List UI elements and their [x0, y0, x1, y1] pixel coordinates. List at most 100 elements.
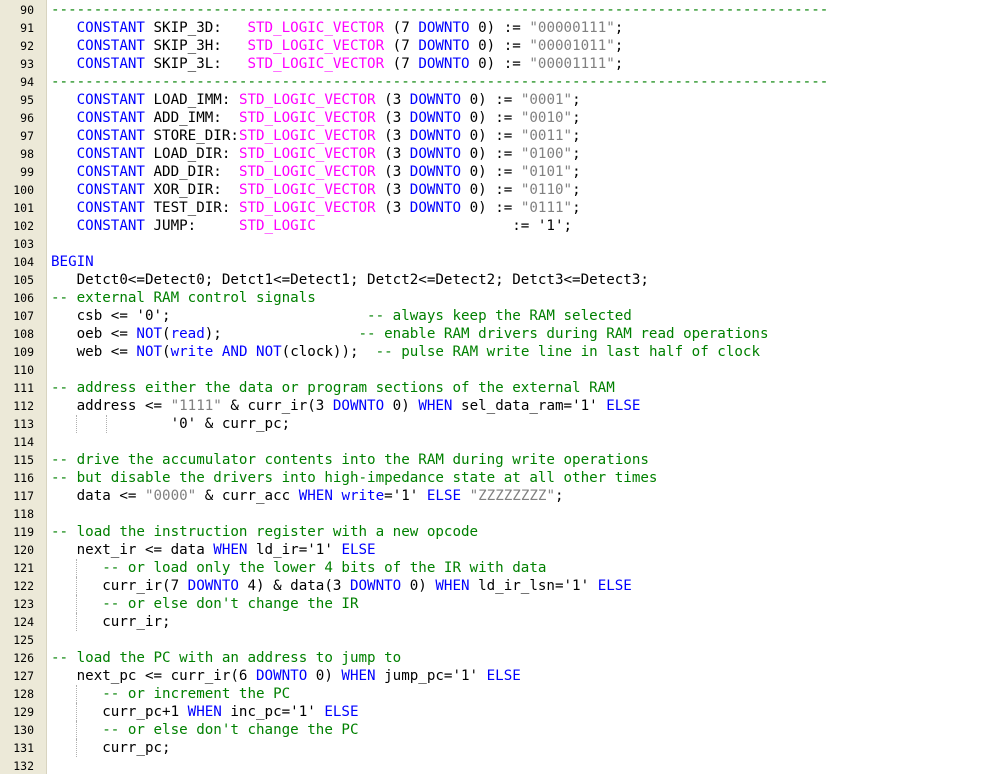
keyword-token: ELSE: [426, 488, 462, 504]
code-line[interactable]: 111 -- address either the data or program…: [0, 379, 981, 397]
line-number: 99: [20, 165, 34, 179]
type-token: STD_LOGIC_VECTOR: [238, 128, 376, 144]
code-line[interactable]: 122 curr_ir(7 DOWNTO 4) & data(3 DOWNTO …: [0, 577, 981, 595]
keyword-token: ELSE: [606, 398, 641, 414]
line-number: 106: [13, 291, 34, 305]
code-line[interactable]: 109 web <= NOT(write AND NOT(clock)); --…: [0, 343, 981, 361]
code-line[interactable]: 115 -- drive the accumulator contents int…: [0, 451, 981, 469]
code-line[interactable]: 101 CONSTANT TEST_DIR: STD_LOGIC_VECTOR …: [0, 199, 981, 217]
string-token: "00001111": [529, 56, 615, 72]
keyword-token: WHEN: [435, 578, 470, 594]
type-token: STD_LOGIC_VECTOR: [247, 38, 385, 54]
code-line[interactable]: 97 CONSTANT STORE_DIR:STD_LOGIC_VECTOR (…: [0, 127, 981, 145]
code-token: (7: [384, 38, 419, 54]
code-line[interactable]: 106 -- external RAM control signals: [0, 289, 981, 307]
code-line[interactable]: 108 oeb <= NOT(read); -- enable RAM driv…: [0, 325, 981, 343]
code-line[interactable]: 105 Detct0<=Detect0; Detct1<=Detect1; De…: [0, 271, 981, 289]
code-line[interactable]: 110: [0, 361, 981, 379]
code-token: ;: [572, 164, 581, 180]
line-number: 121: [13, 561, 34, 575]
comment-token: -- load the instruction register with a …: [51, 524, 479, 540]
code-token: curr_pc+1: [51, 704, 188, 720]
line-text: -- but disable the drivers into high-imp…: [51, 469, 657, 487]
line-number: 109: [13, 345, 34, 359]
line-text: '0' & curr_pc;: [51, 415, 291, 433]
comment-token: -- address either the data or program se…: [51, 380, 615, 396]
code-line[interactable]: 100 CONSTANT XOR_DIR: STD_LOGIC_VECTOR (…: [0, 181, 981, 199]
separator-comment: ----------------------------------------…: [51, 74, 829, 90]
code-line[interactable]: 120 next_ir <= data WHEN ld_ir='1' ELSE: [0, 541, 981, 559]
code-token: ;: [572, 200, 581, 216]
code-line[interactable]: 123 -- or else don't change the IR: [0, 595, 981, 613]
code-line[interactable]: 129 curr_pc+1 WHEN inc_pc='1' ELSE: [0, 703, 981, 721]
code-line[interactable]: 107 csb <= '0'; -- always keep the RAM s…: [0, 307, 981, 325]
line-number: 112: [13, 399, 34, 413]
code-line[interactable]: 132: [0, 757, 981, 775]
type-token: STD_LOGIC_VECTOR: [238, 92, 376, 108]
code-line[interactable]: 116 -- but disable the drivers into high-…: [0, 469, 981, 487]
code-token: 0) :=: [461, 182, 521, 198]
code-token: oeb <=: [51, 326, 137, 342]
code-line[interactable]: 91 CONSTANT SKIP_3D: STD_LOGIC_VECTOR (7…: [0, 19, 981, 37]
code-line[interactable]: 112 address <= "1111" & curr_ir(3 DOWNTO…: [0, 397, 981, 415]
line-text: data <= "0000" & curr_acc WHEN write='1'…: [51, 487, 564, 505]
code-line[interactable]: 117 data <= "0000" & curr_acc WHEN write…: [0, 487, 981, 505]
line-text: -- address either the data or program se…: [51, 379, 615, 397]
code-line[interactable]: 92 CONSTANT SKIP_3H: STD_LOGIC_VECTOR (7…: [0, 37, 981, 55]
code-line[interactable]: 127 next_pc <= curr_ir(6 DOWNTO 0) WHEN …: [0, 667, 981, 685]
code-line[interactable]: 98 CONSTANT LOAD_DIR: STD_LOGIC_VECTOR (…: [0, 145, 981, 163]
code-token: ADD_DIR:: [144, 164, 239, 180]
code-line[interactable]: 94 --------------------------------------…: [0, 73, 981, 91]
line-number: 108: [13, 327, 34, 341]
code-line[interactable]: 95 CONSTANT LOAD_IMM: STD_LOGIC_VECTOR (…: [0, 91, 981, 109]
code-line[interactable]: 113 '0' & curr_pc;: [0, 415, 981, 433]
code-token: SKIP_3H:: [144, 38, 248, 54]
line-text: BEGIN: [51, 253, 94, 271]
keyword-token: DOWNTO: [409, 92, 462, 108]
line-number: 100: [13, 183, 34, 197]
code-token: (3: [375, 164, 410, 180]
code-token: 0): [307, 668, 342, 684]
comment-token: -- or increment the PC: [102, 686, 291, 702]
type-token: STD_LOGIC_VECTOR: [238, 200, 376, 216]
line-text: CONSTANT SKIP_3D: STD_LOGIC_VECTOR (7 DO…: [51, 19, 624, 37]
code-token: & curr_acc: [196, 488, 299, 504]
code-line[interactable]: 130 -- or else don't change the PC: [0, 721, 981, 739]
line-number: 96: [20, 111, 34, 125]
keyword-token: DOWNTO: [418, 20, 470, 36]
code-line[interactable]: 114: [0, 433, 981, 451]
code-line[interactable]: 93 CONSTANT SKIP_3L: STD_LOGIC_VECTOR (7…: [0, 55, 981, 73]
line-text: -- load the instruction register with a …: [51, 523, 478, 541]
code-line[interactable]: 124 curr_ir;: [0, 613, 981, 631]
line-text: -- or increment the PC: [51, 685, 290, 703]
code-line[interactable]: 128 -- or increment the PC: [0, 685, 981, 703]
code-area[interactable]: 90 --------------------------------------…: [0, 0, 981, 775]
code-line[interactable]: 104 BEGIN: [0, 253, 981, 271]
keyword-token: CONSTANT: [76, 128, 145, 144]
code-line[interactable]: 119 -- load the instruction register with…: [0, 523, 981, 541]
code-line[interactable]: 121 -- or load only the lower 4 bits of …: [0, 559, 981, 577]
code-token: 0) :=: [469, 38, 530, 54]
code-line[interactable]: 90 --------------------------------------…: [0, 1, 981, 19]
code-token: SKIP_3D:: [144, 20, 248, 36]
code-line[interactable]: 125: [0, 631, 981, 649]
code-token: 0) :=: [461, 200, 521, 216]
line-number: 129: [13, 705, 34, 719]
code-line[interactable]: 126 -- load the PC with an address to jum…: [0, 649, 981, 667]
code-line[interactable]: 96 CONSTANT ADD_IMM: STD_LOGIC_VECTOR (3…: [0, 109, 981, 127]
code-line[interactable]: 102 CONSTANT JUMP: STD_LOGIC := '1';: [0, 217, 981, 235]
code-line[interactable]: 103: [0, 235, 981, 253]
code-line[interactable]: 118: [0, 505, 981, 523]
string-token: "0101": [520, 164, 573, 180]
code-line[interactable]: 99 CONSTANT ADD_DIR: STD_LOGIC_VECTOR (3…: [0, 163, 981, 181]
comment-token: -- external RAM control signals: [51, 290, 316, 306]
code-token: next_pc <= curr_ir(6: [51, 668, 256, 684]
code-line[interactable]: 131 curr_pc;: [0, 739, 981, 757]
code-token: ;: [572, 128, 581, 144]
code-editor[interactable]: 90 --------------------------------------…: [0, 0, 981, 774]
